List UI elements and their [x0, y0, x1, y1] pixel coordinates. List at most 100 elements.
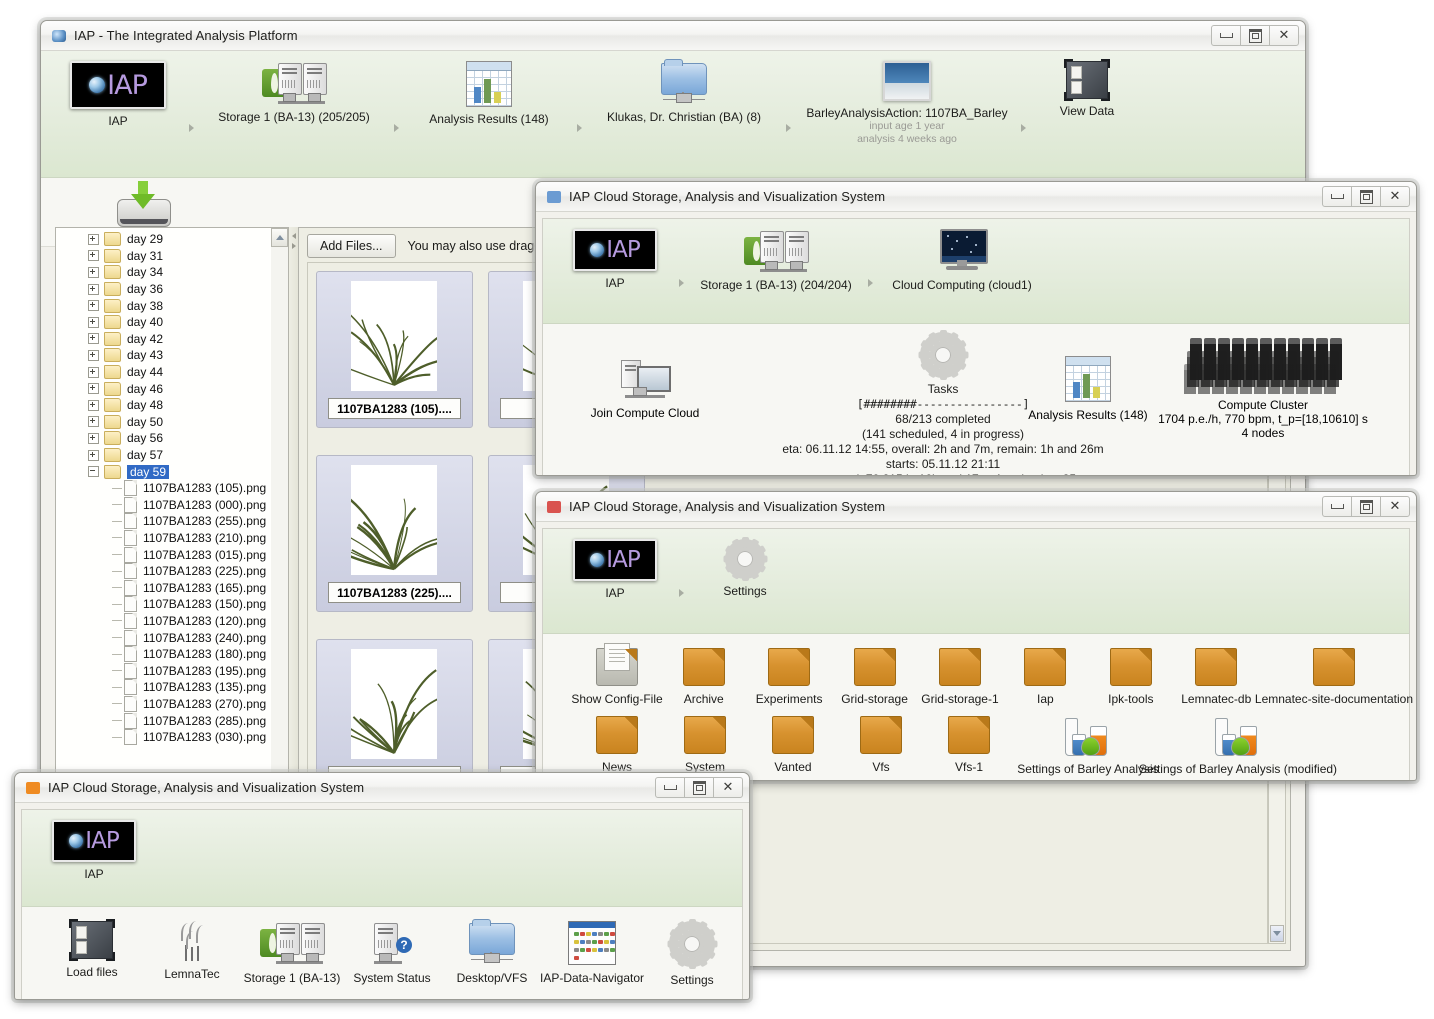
- expand-icon[interactable]: [88, 333, 99, 345]
- thumbnail-item[interactable]: 1107BA1283 (105)....: [316, 271, 473, 428]
- tree-node-file[interactable]: 1107BA1283 (285).png: [56, 712, 271, 729]
- minimize-button[interactable]: [1322, 496, 1352, 517]
- tree-node-folder[interactable]: day 34: [56, 264, 271, 281]
- minimize-button[interactable]: [1322, 186, 1352, 207]
- tree-node-file[interactable]: 1107BA1283 (180).png: [56, 646, 271, 663]
- icon-item[interactable]: Show Config-File: [571, 643, 663, 706]
- tree-node-file[interactable]: 1107BA1283 (195).png: [56, 662, 271, 679]
- breadcrumb-item-iap[interactable]: IAP IAP: [57, 61, 179, 128]
- icon-item[interactable]: Storage 1 (BA-13): [242, 921, 342, 987]
- icon-item[interactable]: Vanted: [749, 716, 837, 776]
- tree-node-folder[interactable]: day 31: [56, 248, 271, 265]
- tree-node-file[interactable]: 1107BA1283 (120).png: [56, 612, 271, 630]
- close-button[interactable]: ✕: [713, 777, 743, 798]
- tree-node-day-59[interactable]: day 59: [56, 463, 271, 480]
- icon-item[interactable]: System: [661, 716, 749, 776]
- scroll-down-button[interactable]: [1270, 925, 1284, 942]
- cloud-breadcrumb[interactable]: IAP IAP Storage 1 (BA-13) (204/204) Clou…: [543, 219, 1409, 324]
- maximize-restore-button[interactable]: [684, 777, 714, 798]
- navigator-breadcrumb[interactable]: IAP IAP: [22, 810, 742, 907]
- cloud-window-controls[interactable]: ✕: [1322, 186, 1410, 207]
- settings-breadcrumb[interactable]: IAP IAP Settings: [543, 529, 1409, 634]
- settings-window[interactable]: IAP Cloud Storage, Analysis and Visualiz…: [535, 491, 1417, 781]
- icon-item[interactable]: Archive: [661, 648, 746, 706]
- breadcrumb-item-storage[interactable]: Storage 1 (BA-13) (205/205): [204, 61, 384, 124]
- main-breadcrumb[interactable]: IAP IAP Storage 1 (BA-13) (205/205) Anal…: [41, 51, 1305, 178]
- expand-icon[interactable]: [88, 316, 99, 328]
- tree-node-file[interactable]: 1107BA1283 (150).png: [56, 596, 271, 613]
- expand-icon[interactable]: [88, 399, 99, 411]
- navigator-window-controls[interactable]: ✕: [655, 777, 743, 798]
- tree-node-folder[interactable]: day 40: [56, 314, 271, 331]
- tree-node-file[interactable]: 1107BA1283 (270).png: [56, 695, 271, 713]
- expand-icon[interactable]: [88, 233, 99, 245]
- settings-folder-row-2[interactable]: News System Vanted Vfs Vfs-1 Settings of Barl…: [543, 706, 1409, 776]
- icon-item[interactable]: Lemnatec-site-documentation: [1255, 648, 1413, 706]
- settings-window-controls[interactable]: ✕: [1322, 496, 1410, 517]
- icon-item[interactable]: Grid-storage: [832, 648, 917, 706]
- close-button[interactable]: ✕: [1269, 25, 1299, 46]
- icon-item[interactable]: Ipk-tools: [1088, 648, 1173, 706]
- expand-icon[interactable]: [88, 416, 99, 428]
- add-files-button[interactable]: Add Files...: [307, 233, 396, 258]
- tree-node-file[interactable]: 1107BA1283 (255).png: [56, 513, 271, 530]
- icon-item[interactable]: Iap: [1003, 648, 1088, 706]
- icon-item[interactable]: Settings: [642, 919, 742, 987]
- icon-item[interactable]: ? System Status: [342, 921, 442, 987]
- breadcrumb-item-iap[interactable]: IAP IAP: [36, 820, 152, 881]
- breadcrumb-item-user[interactable]: Klukas, Dr. Christian (BA) (8): [590, 59, 778, 124]
- expand-icon[interactable]: [88, 349, 99, 361]
- settings-folder-row-1[interactable]: Show Config-File Archive Experiments Grid-s…: [543, 634, 1413, 706]
- icon-item[interactable]: Experiments: [746, 648, 831, 706]
- breadcrumb-item-view-data[interactable]: View Data: [1032, 59, 1142, 118]
- breadcrumb-item-iap[interactable]: IAP IAP: [557, 539, 673, 600]
- tree-node-file[interactable]: 1107BA1283 (240).png: [56, 629, 271, 646]
- icon-item[interactable]: Grid-storage-1: [917, 648, 1002, 706]
- tree-node-folder[interactable]: day 38: [56, 297, 271, 314]
- breadcrumb-item-storage[interactable]: Storage 1 (BA-13) (204/204): [690, 229, 862, 292]
- tree-folder-list[interactable]: day 29 day 31 day 34 day 36 day 38 day 40 day …: [56, 228, 271, 463]
- cloud-window-titlebar[interactable]: IAP Cloud Storage, Analysis and Visualiz…: [536, 182, 1416, 212]
- tree-node-file[interactable]: 1107BA1283 (015).png: [56, 546, 271, 563]
- tree-node-folder[interactable]: day 43: [56, 347, 271, 364]
- maximize-restore-button[interactable]: [1351, 186, 1381, 207]
- icon-item[interactable]: Lemnatec-db: [1174, 648, 1259, 706]
- tree-node-file[interactable]: 1107BA1283 (210).png: [56, 529, 271, 547]
- breadcrumb-item-analysis-results[interactable]: Analysis Results (148): [409, 61, 569, 126]
- close-button[interactable]: ✕: [1380, 186, 1410, 207]
- expand-icon[interactable]: [88, 366, 99, 378]
- breadcrumb-item-settings[interactable]: Settings: [690, 537, 800, 598]
- splitter-right-arrow-icon[interactable]: [291, 243, 296, 249]
- tree-node-folder[interactable]: day 50: [56, 414, 271, 431]
- icon-item[interactable]: Load files: [42, 919, 142, 987]
- expand-icon[interactable]: [88, 383, 99, 395]
- tree-node-folder[interactable]: day 48: [56, 397, 271, 414]
- main-window-titlebar[interactable]: IAP - The Integrated Analysis Platform ✕: [41, 21, 1305, 51]
- tree-node-file[interactable]: 1107BA1283 (165).png: [56, 579, 271, 596]
- icon-item[interactable]: Desktop/VFS: [442, 919, 542, 987]
- tree-node-file[interactable]: 1107BA1283 (000).png: [56, 496, 271, 514]
- scroll-up-button[interactable]: [271, 228, 288, 247]
- tree-node-folder[interactable]: day 36: [56, 281, 271, 298]
- expand-icon[interactable]: [88, 432, 99, 444]
- expand-icon[interactable]: [88, 283, 99, 295]
- icon-item[interactable]: IAP-Data-Navigator: [540, 921, 644, 987]
- collapse-icon[interactable]: [88, 466, 99, 478]
- tree-node-folder[interactable]: day 57: [56, 447, 271, 464]
- minimize-button[interactable]: [655, 777, 685, 798]
- maximize-restore-button[interactable]: [1351, 496, 1381, 517]
- thumbnail-item[interactable]: 1107BA1283 (225)....: [316, 455, 473, 612]
- tree-node-folder[interactable]: day 46: [56, 380, 271, 397]
- expand-icon[interactable]: [88, 250, 99, 262]
- icon-item[interactable]: News: [573, 716, 661, 776]
- expand-icon[interactable]: [88, 449, 99, 461]
- tree-node-folder[interactable]: day 44: [56, 364, 271, 381]
- join-compute-cloud-item[interactable]: Join Compute Cloud: [585, 356, 705, 420]
- breadcrumb-item-cloud-computing[interactable]: Cloud Computing (cloud1): [879, 229, 1045, 292]
- tree-node-folder[interactable]: day 42: [56, 331, 271, 348]
- navigator-window[interactable]: IAP Cloud Storage, Analysis and Visualiz…: [14, 772, 750, 1000]
- tree-node-folder[interactable]: day 56: [56, 430, 271, 447]
- tree-node-file[interactable]: 1107BA1283 (135).png: [56, 679, 271, 696]
- navigator-window-titlebar[interactable]: IAP Cloud Storage, Analysis and Visualiz…: [15, 773, 749, 803]
- breadcrumb-item-iap[interactable]: IAP IAP: [557, 229, 673, 290]
